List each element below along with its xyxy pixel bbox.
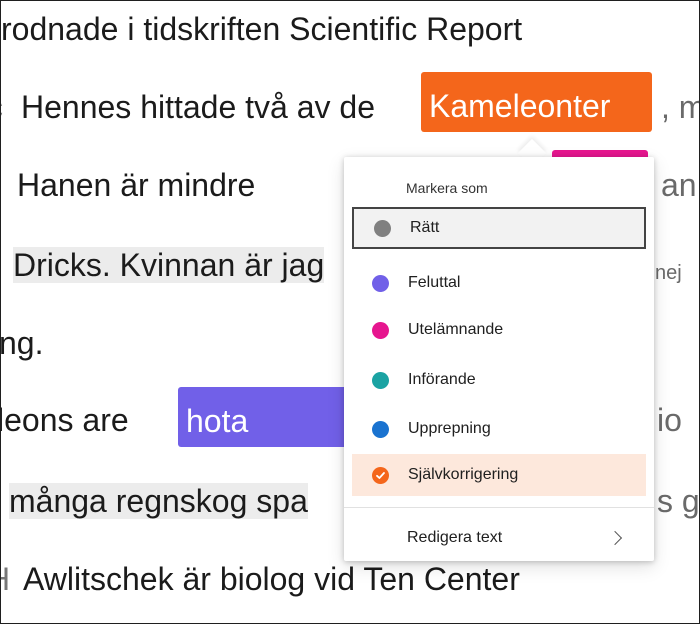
text-line-2-content[interactable]: Hennes hittade två av de xyxy=(21,89,375,125)
menu-item-upprepning[interactable]: Upprepning xyxy=(352,408,646,450)
highlight-word-orange-label: Kameleonter xyxy=(429,88,611,124)
menu-item-inforande[interactable]: Införande xyxy=(352,359,646,401)
right-fragment-5: s g xyxy=(657,483,700,519)
text-line-6: leons are xyxy=(1,400,129,440)
menu-item-ratt[interactable]: Rätt xyxy=(352,207,646,249)
menu-item-edit-text[interactable]: Redigera text xyxy=(352,517,646,559)
highlight-word-purple[interactable]: hota xyxy=(178,387,353,447)
purple-dot-icon xyxy=(372,274,389,292)
text-line-7: många regnskog spa xyxy=(9,481,308,521)
menu-header: Markera som xyxy=(406,180,488,196)
right-fragment-3: nej xyxy=(655,262,682,284)
menu-item-feluttal[interactable]: Feluttal xyxy=(352,262,646,304)
menu-item-sjalvkorrigering[interactable]: Självkorrigering xyxy=(352,454,646,496)
menu-item-label: Rätt xyxy=(410,219,440,236)
gray-dot-icon xyxy=(374,219,391,237)
right-fragment-1: , m xyxy=(661,89,699,125)
text-line-1-content[interactable]: rodnade i tidskriften Scientific Report xyxy=(1,11,522,47)
text-line-4: Dricks. Kvinnan är jag xyxy=(13,245,325,285)
check-mark-icon xyxy=(376,471,385,479)
right-fragment-4: io xyxy=(657,402,682,438)
pink-dot-icon xyxy=(372,321,389,339)
menu-item-label: Införande xyxy=(408,371,476,388)
text-line-2: Hennes hittade två av de xyxy=(21,87,375,127)
blue-dot-icon xyxy=(372,420,389,438)
text-line-6-content[interactable]: leons are xyxy=(1,402,129,438)
mark-as-menu: Markera som Rätt Feluttal Utelämnande In… xyxy=(344,157,654,561)
text-line-8-content[interactable]: Awlitschek är biolog vid Ten Center xyxy=(23,561,520,597)
highlight-word-orange[interactable]: Kameleonter xyxy=(421,72,652,132)
check-circle-icon xyxy=(372,466,389,484)
text-line-1: rodnade i tidskriften Scientific Report xyxy=(1,9,522,49)
menu-item-utelamnande[interactable]: Utelämnande xyxy=(352,309,646,351)
text-line-5-content[interactable]: ng. xyxy=(1,325,43,361)
chevron-right-icon xyxy=(607,530,623,546)
text-line-3-content[interactable]: Hanen är mindre xyxy=(17,167,255,203)
teal-dot-icon xyxy=(372,371,389,389)
menu-item-label: Upprepning xyxy=(408,420,491,437)
text-line-4-content[interactable]: Dricks. Kvinnan är jag xyxy=(13,247,325,283)
reading-document: rodnade i tidskriften Scientific Report … xyxy=(0,0,700,624)
menu-item-label: Utelämnande xyxy=(408,321,504,338)
text-line-7-content[interactable]: många regnskog spa xyxy=(9,483,308,519)
right-fragment-2: an xyxy=(661,167,697,203)
highlight-word-purple-label: hota xyxy=(186,403,249,439)
menu-item-label: Redigera text xyxy=(407,529,503,546)
text-line-8-left-fragment: H xyxy=(1,559,10,599)
text-line-3: Hanen är mindre xyxy=(17,165,255,205)
menu-item-label: Feluttal xyxy=(408,274,461,291)
text-line-8: Awlitschek är biolog vid Ten Center xyxy=(23,559,520,599)
text-line-5: ng. xyxy=(1,323,43,363)
menu-divider xyxy=(344,507,654,508)
menu-item-label: Självkorrigering xyxy=(408,466,519,483)
text-line-2-left-fragment: c xyxy=(1,87,3,127)
